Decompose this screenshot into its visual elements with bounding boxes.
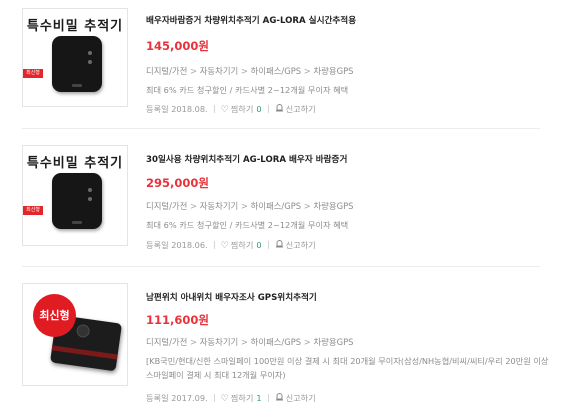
product-title[interactable]: 배우자바람증거 차량위치추적기 AG-LORA 실시간추적용 [146, 14, 356, 26]
card-benefit: [KB국민/현대/신한 스마일페이 100만원 이상 결제 시 최대 20개월 … [146, 356, 549, 380]
wish-label: 찜하기 [230, 240, 254, 250]
divider [22, 128, 540, 129]
category-level-1[interactable]: 디지털/가전 [146, 337, 187, 347]
wish-count: 0 [256, 104, 262, 114]
product-thumbnail[interactable]: 특수비밀 추적기 최신형 [22, 8, 128, 107]
siren-icon [275, 392, 284, 403]
report-button[interactable]: 신고하기 [275, 239, 316, 251]
category-level-1[interactable]: 디지털/가전 [146, 201, 187, 211]
category-level-4[interactable]: 차량용GPS [313, 201, 353, 211]
thumbnail-title: 특수비밀 추적기 [26, 19, 124, 34]
new-ribbon: 최신형 [23, 206, 43, 215]
list-item: 최신형 남편위치 아내위치 배우자조사 GPS위치추적기 111,600원 디지… [0, 270, 563, 413]
product-price: 145,000원 [146, 39, 209, 53]
category-level-3[interactable]: 하이패스/GPS [251, 66, 302, 76]
category-breadcrumb: 디지털/가전 > 자동차기기 > 하이패스/GPS > 차량용GPS [146, 66, 354, 76]
gps-tracker-device-image [52, 36, 102, 92]
category-level-1[interactable]: 디지털/가전 [146, 66, 187, 76]
report-button[interactable]: 신고하기 [275, 392, 316, 404]
category-breadcrumb: 디지털/가전 > 자동차기기 > 하이패스/GPS > 차량용GPS [146, 337, 354, 347]
product-title[interactable]: 남편위치 아내위치 배우자조사 GPS위치추적기 [146, 291, 317, 303]
card-benefit: 최대 6% 카드 청구할인 / 카드사별 2~12개월 무이자 혜택 [146, 85, 349, 95]
category-level-2[interactable]: 자동차기기 [200, 201, 239, 211]
product-price: 295,000원 [146, 176, 209, 190]
new-ribbon: 최신형 [23, 69, 43, 78]
report-label: 신고하기 [285, 240, 316, 250]
registered-date: 등록일 2018.06. [146, 240, 208, 250]
item-meta: 등록일 2018.06. ♡ 찜하기 0 신고하기 [146, 239, 316, 251]
wish-label: 찜하기 [230, 104, 254, 114]
wish-button[interactable]: ♡ 찜하기 1 [221, 392, 262, 404]
product-list: 특수비밀 추적기 최신형 배우자바람증거 차량위치추적기 AG-LORA 실시간… [0, 0, 563, 413]
wish-label: 찜하기 [230, 393, 254, 403]
product-thumbnail[interactable]: 특수비밀 추적기 최신형 [22, 145, 128, 246]
category-level-2[interactable]: 자동차기기 [200, 66, 239, 76]
report-label: 신고하기 [285, 104, 316, 114]
wish-button[interactable]: ♡ 찜하기 0 [221, 103, 262, 115]
divider [22, 266, 540, 267]
heart-icon: ♡ [220, 394, 229, 404]
card-benefit: 최대 6% 카드 청구할인 / 카드사별 2~12개월 무이자 혜택 [146, 220, 349, 230]
list-item: 특수비밀 추적기 최신형 30일사용 차량위치추적기 AG-LORA 배우자 바… [0, 140, 563, 270]
siren-icon [275, 103, 284, 114]
siren-icon [275, 239, 284, 250]
registered-date: 등록일 2018.08. [146, 104, 208, 114]
registered-date: 등록일 2017.09. [146, 393, 208, 403]
wish-count: 0 [256, 240, 262, 250]
item-meta: 등록일 2017.09. ♡ 찜하기 1 신고하기 [146, 392, 316, 404]
heart-icon: ♡ [220, 241, 229, 251]
category-level-3[interactable]: 하이패스/GPS [251, 201, 302, 211]
report-button[interactable]: 신고하기 [275, 103, 316, 115]
thumbnail-title: 특수비밀 추적기 [26, 156, 124, 171]
wish-button[interactable]: ♡ 찜하기 0 [221, 239, 262, 251]
category-level-4[interactable]: 차량용GPS [313, 337, 353, 347]
wish-count: 1 [256, 393, 262, 403]
new-badge: 최신형 [33, 294, 76, 337]
item-meta: 등록일 2018.08. ♡ 찜하기 0 신고하기 [146, 103, 316, 115]
category-level-2[interactable]: 자동차기기 [200, 337, 239, 347]
product-thumbnail[interactable]: 최신형 [22, 283, 128, 386]
report-label: 신고하기 [285, 393, 316, 403]
category-breadcrumb: 디지털/가전 > 자동차기기 > 하이패스/GPS > 차량용GPS [146, 201, 354, 211]
category-level-3[interactable]: 하이패스/GPS [251, 337, 302, 347]
gps-tracker-device-image [52, 173, 102, 229]
product-title[interactable]: 30일사용 차량위치추적기 AG-LORA 배우자 바람증거 [146, 153, 347, 165]
category-level-4[interactable]: 차량용GPS [313, 66, 353, 76]
heart-icon: ♡ [220, 105, 229, 115]
product-price: 111,600원 [146, 313, 209, 327]
list-item: 특수비밀 추적기 최신형 배우자바람증거 차량위치추적기 AG-LORA 실시간… [0, 0, 563, 140]
